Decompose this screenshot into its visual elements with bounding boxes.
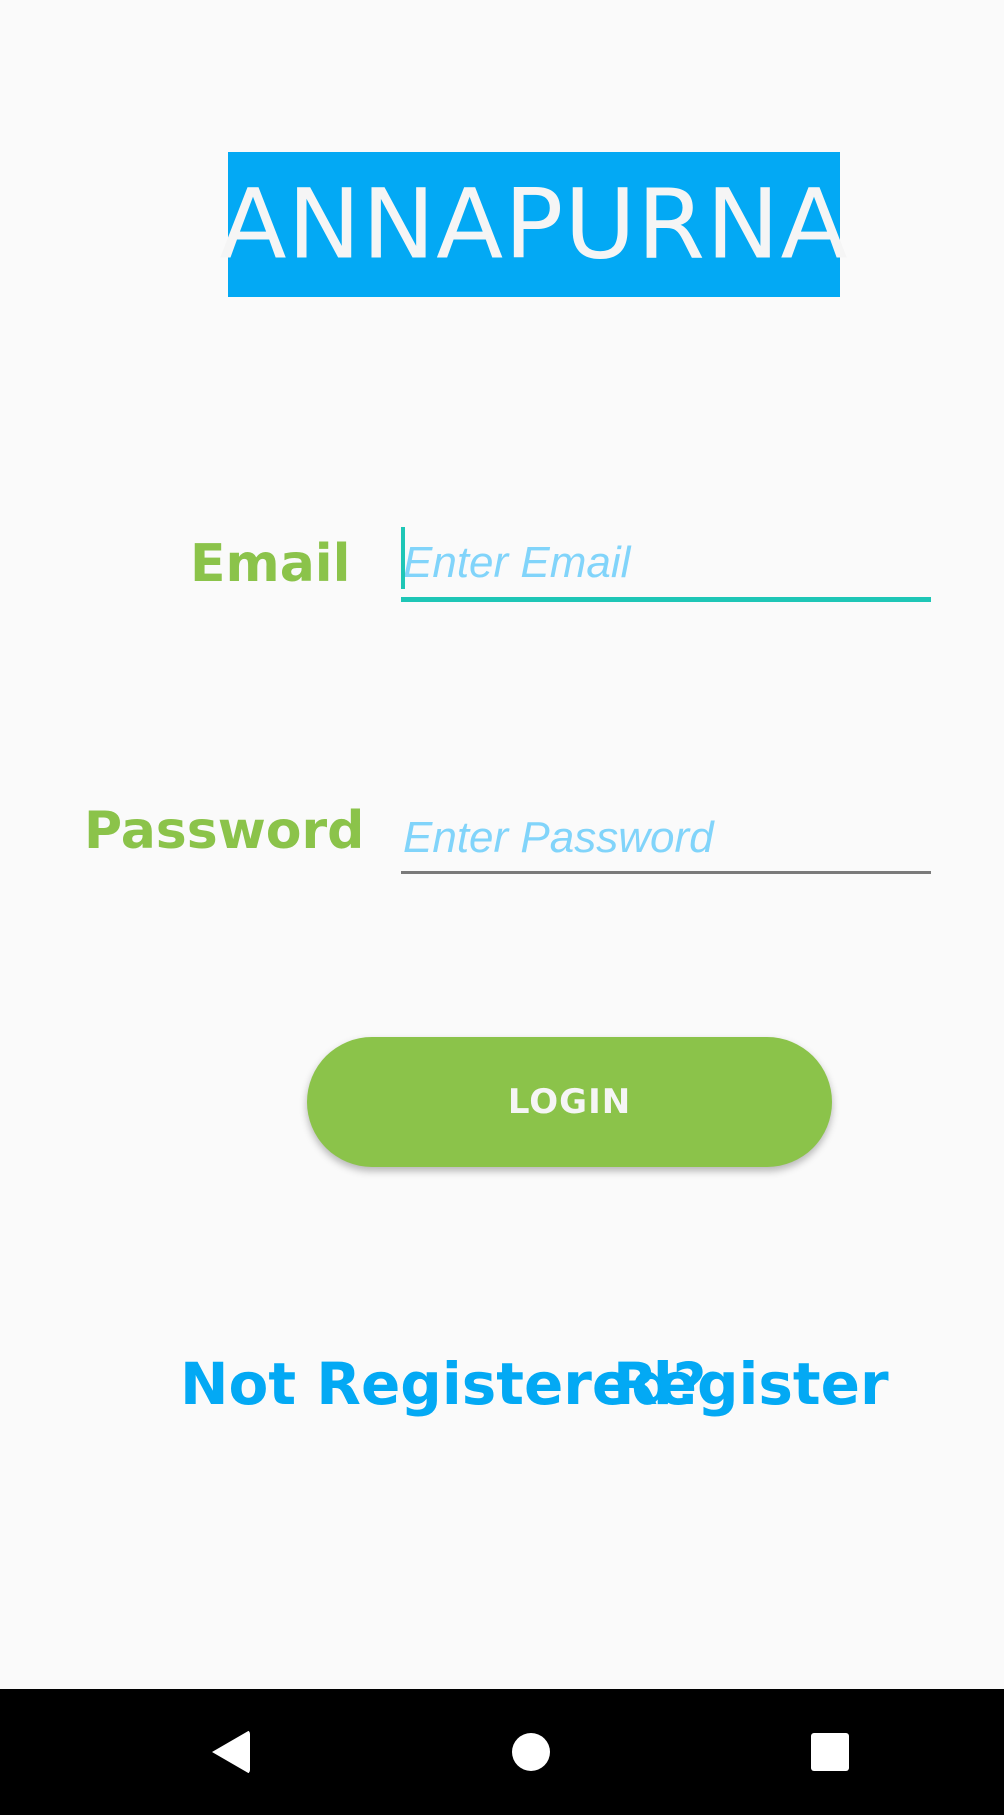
home-circle-icon xyxy=(512,1733,550,1771)
password-label: Password xyxy=(84,801,365,861)
password-field-container xyxy=(401,802,931,874)
login-button[interactable]: LOGIN xyxy=(307,1037,832,1167)
register-link[interactable]: Register xyxy=(613,1355,889,1413)
email-field-container xyxy=(401,525,931,602)
text-cursor xyxy=(401,527,405,589)
app-logo-banner: ANNAPURNA xyxy=(220,152,847,297)
recents-square-icon xyxy=(811,1733,849,1771)
recents-button[interactable] xyxy=(770,1689,890,1815)
email-label: Email xyxy=(190,534,351,594)
email-underline xyxy=(401,597,931,602)
email-input[interactable] xyxy=(401,525,931,601)
back-button[interactable] xyxy=(171,1689,291,1815)
system-navigation-bar xyxy=(0,1689,1004,1815)
password-input[interactable] xyxy=(401,802,931,874)
password-underline xyxy=(401,871,931,874)
app-title: ANNAPURNA xyxy=(219,168,849,281)
home-button[interactable] xyxy=(471,1689,591,1815)
back-triangle-icon xyxy=(212,1730,250,1774)
